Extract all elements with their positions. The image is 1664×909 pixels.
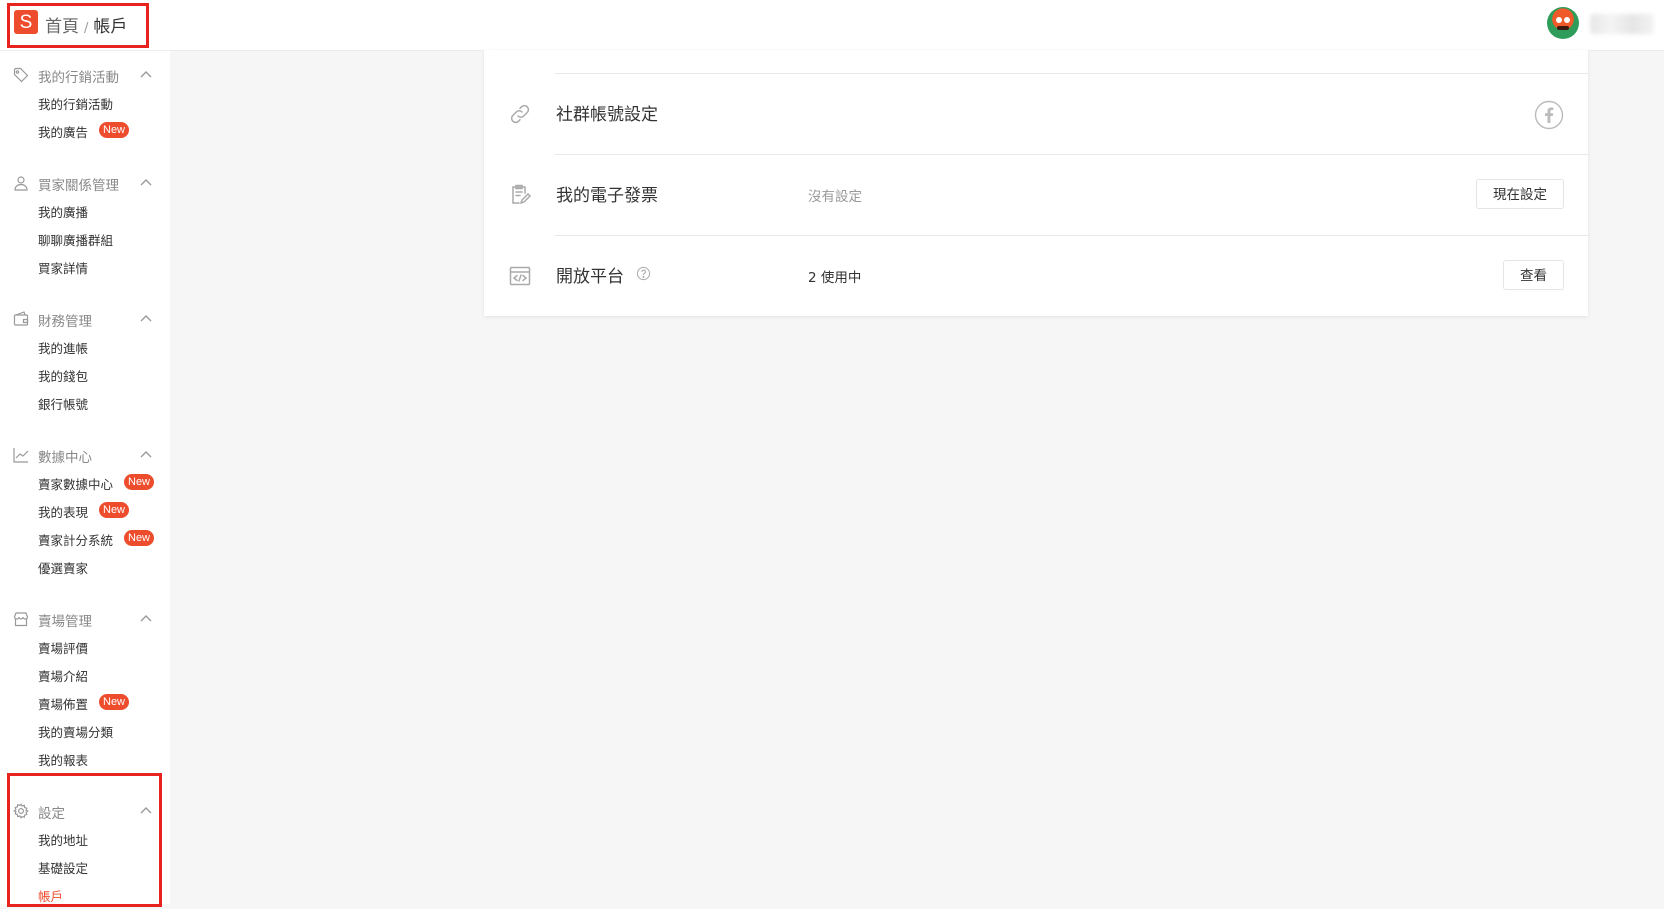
sidebar-item[interactable]: 優選賣家 xyxy=(0,553,170,581)
sidebar-group-data-center: 數據中心 賣家數據中心 New 我的表現 New 賣家計分系統 New 優選賣家 xyxy=(0,441,170,581)
new-badge: New xyxy=(99,122,130,138)
account-settings-card: 社群帳號設定 我的電子發票 沒有設定 現在設定 開放平台 2 使用中 查看 xyxy=(484,50,1588,316)
e-invoice-status: 沒有設定 xyxy=(808,189,862,205)
view-button[interactable]: 查看 xyxy=(1503,260,1564,290)
sidebar-item[interactable]: 我的行銷活動 xyxy=(0,89,170,117)
tag-icon xyxy=(13,67,29,83)
social-accounts-row: 社群帳號設定 xyxy=(484,74,1588,154)
username-redacted[interactable] xyxy=(1590,14,1654,34)
sidebar-item[interactable]: 我的賣場分類 xyxy=(0,717,170,745)
sidebar-group-title: 賣場管理 xyxy=(38,614,92,630)
wallet-icon xyxy=(13,311,29,326)
link-icon xyxy=(510,104,530,124)
sidebar-item[interactable]: 我的進帳 xyxy=(0,333,170,361)
sidebar-item-label: 賣場介紹 xyxy=(38,669,89,684)
chevron-up-icon[interactable] xyxy=(140,314,152,322)
sidebar-item[interactable]: 賣場評價 xyxy=(0,633,170,661)
open-platform-title: 開放平台 xyxy=(556,267,624,287)
help-icon[interactable] xyxy=(636,266,651,281)
sidebar-item[interactable]: 銀行帳號 xyxy=(0,389,170,417)
sidebar-item-label: 買家詳情 xyxy=(38,261,89,276)
sidebar-item[interactable]: 賣場佈置 New xyxy=(0,689,170,717)
sidebar-item[interactable]: 賣家數據中心 New xyxy=(0,469,170,497)
code-window-icon xyxy=(509,266,531,286)
sidebar-group-title: 買家關係管理 xyxy=(38,178,119,194)
sidebar-item-label: 我的賣場分類 xyxy=(38,725,114,740)
sidebar-item-label: 我的廣告 xyxy=(38,125,89,140)
sidebar-item-label: 優選賣家 xyxy=(38,561,89,576)
sidebar-item[interactable]: 我的廣告 New xyxy=(0,117,170,145)
sidebar-item[interactable]: 我的錢包 xyxy=(0,361,170,389)
sidebar-group-header[interactable]: 我的行銷活動 xyxy=(0,61,170,89)
sidebar-item-label: 我的廣播 xyxy=(38,205,89,220)
sidebar-item-label: 賣家計分系統 xyxy=(38,533,114,548)
avatar[interactable] xyxy=(1547,7,1579,39)
chevron-up-icon[interactable] xyxy=(140,614,152,622)
sidebar-item-label: 賣場評價 xyxy=(38,641,89,656)
sidebar-group-shop: 賣場管理 賣場評價 賣場介紹 賣場佈置 New 我的賣場分類 我的報表 xyxy=(0,605,170,773)
new-badge: New xyxy=(99,694,130,710)
sidebar-item[interactable]: 賣場介紹 xyxy=(0,661,170,689)
chevron-up-icon[interactable] xyxy=(140,70,152,78)
chevron-up-icon[interactable] xyxy=(140,450,152,458)
highlight-box-settings xyxy=(7,773,162,907)
social-accounts-title: 社群帳號設定 xyxy=(556,105,658,125)
sidebar-group-title: 財務管理 xyxy=(38,314,92,330)
sidebar-group-header[interactable]: 數據中心 xyxy=(0,441,170,469)
sidebar-group-title: 數據中心 xyxy=(38,450,92,466)
facebook-icon[interactable] xyxy=(1534,100,1564,130)
sidebar-item[interactable]: 聊聊廣播群組 xyxy=(0,225,170,253)
sidebar-item[interactable]: 我的報表 xyxy=(0,745,170,773)
sidebar-item-label: 賣家數據中心 xyxy=(38,477,114,492)
new-badge: New xyxy=(99,502,130,518)
sidebar-item-label: 我的表現 xyxy=(38,505,89,520)
highlight-box-breadcrumb xyxy=(7,3,149,48)
new-badge: New xyxy=(124,530,155,546)
sidebar-group-marketing: 我的行銷活動 我的行銷活動 我的廣告 New xyxy=(0,61,170,145)
chart-icon xyxy=(13,448,29,463)
setup-now-button[interactable]: 現在設定 xyxy=(1476,179,1564,209)
top-bar: S 首頁 / 帳戶 xyxy=(0,0,1664,51)
open-platform-status: 2 使用中 xyxy=(808,270,862,286)
open-platform-row: 開放平台 2 使用中 查看 xyxy=(484,236,1588,316)
sidebar-group-header[interactable]: 財務管理 xyxy=(0,305,170,333)
sidebar-group-header[interactable]: 賣場管理 xyxy=(0,605,170,633)
sidebar-group-finance: 財務管理 我的進帳 我的錢包 銀行帳號 xyxy=(0,305,170,417)
sidebar-item-label: 我的行銷活動 xyxy=(38,97,114,112)
e-invoice-row: 我的電子發票 沒有設定 現在設定 xyxy=(484,155,1588,235)
sidebar-item-label: 銀行帳號 xyxy=(38,397,89,412)
sidebar-item[interactable]: 我的廣播 xyxy=(0,197,170,225)
sidebar-item[interactable]: 賣家計分系統 New xyxy=(0,525,170,553)
sidebar-group-buyer-relations: 買家關係管理 我的廣播 聊聊廣播群組 買家詳情 xyxy=(0,169,170,281)
sidebar-item-label: 賣場佈置 xyxy=(38,697,89,712)
sidebar-item-label: 我的報表 xyxy=(38,753,89,768)
sidebar-item[interactable]: 我的表現 New xyxy=(0,497,170,525)
shop-icon xyxy=(13,612,29,627)
sidebar-item-label: 我的錢包 xyxy=(38,369,89,384)
sidebar-item-label: 我的進帳 xyxy=(38,341,89,356)
e-invoice-title: 我的電子發票 xyxy=(556,186,658,206)
sidebar-group-title: 我的行銷活動 xyxy=(38,70,119,86)
sidebar-group-header[interactable]: 買家關係管理 xyxy=(0,169,170,197)
user-icon xyxy=(14,176,28,191)
sidebar-item-label: 聊聊廣播群組 xyxy=(38,233,114,248)
new-badge: New xyxy=(124,474,155,490)
invoice-icon xyxy=(512,184,532,205)
chevron-up-icon[interactable] xyxy=(140,178,152,186)
sidebar-item[interactable]: 買家詳情 xyxy=(0,253,170,281)
